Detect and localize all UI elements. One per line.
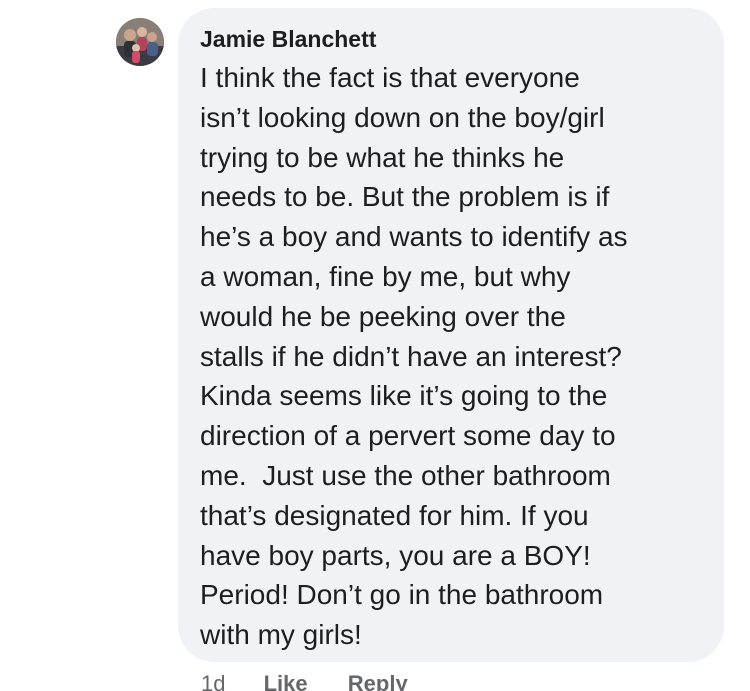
comment-line: he’s a boy and wants to identify as [200, 221, 628, 253]
comment-line: Period! Don’t go in the bathroom [200, 579, 604, 611]
comment-line: I think the fact is that everyone [200, 62, 580, 93]
comment-timestamp[interactable]: 1d [201, 671, 225, 691]
comment-actions: 1d Like Reply [201, 671, 408, 691]
reply-button[interactable]: Reply [348, 671, 408, 691]
avatar-image [116, 18, 164, 66]
comment-line: stalls if he didn’t have an interest? [200, 340, 622, 372]
comment-line: needs to be. But the problem is if [200, 181, 610, 213]
comment-line: isn’t looking down on the boy/girl [200, 101, 605, 133]
like-button[interactable]: Like [264, 671, 308, 691]
comment-bubble: Jamie Blanchett I think the fact is that… [178, 8, 724, 662]
comment-line: trying to be what he thinks he [200, 141, 565, 173]
comment-line: with my girls! [200, 619, 362, 651]
author-avatar[interactable] [116, 18, 164, 66]
comment-line: have boy parts, you are a BOY! [200, 539, 591, 571]
comment: Jamie Blanchett I think the fact is that… [0, 0, 750, 691]
comment-line: would he be peeking over the [200, 300, 566, 332]
comment-line: Kinda seems like it’s going to the [200, 380, 608, 412]
comment-line: direction of a pervert some day to [200, 420, 616, 452]
comment-body-text: I think the fact is that everyone isn’t l… [200, 58, 704, 655]
comment-author-name[interactable]: Jamie Blanchett [200, 24, 704, 54]
comment-line: that’s designated for him. If you [200, 499, 589, 531]
comment-line: a woman, fine by me, but why [200, 260, 571, 292]
comment-line: me. Just use the other bathroom [200, 459, 611, 491]
